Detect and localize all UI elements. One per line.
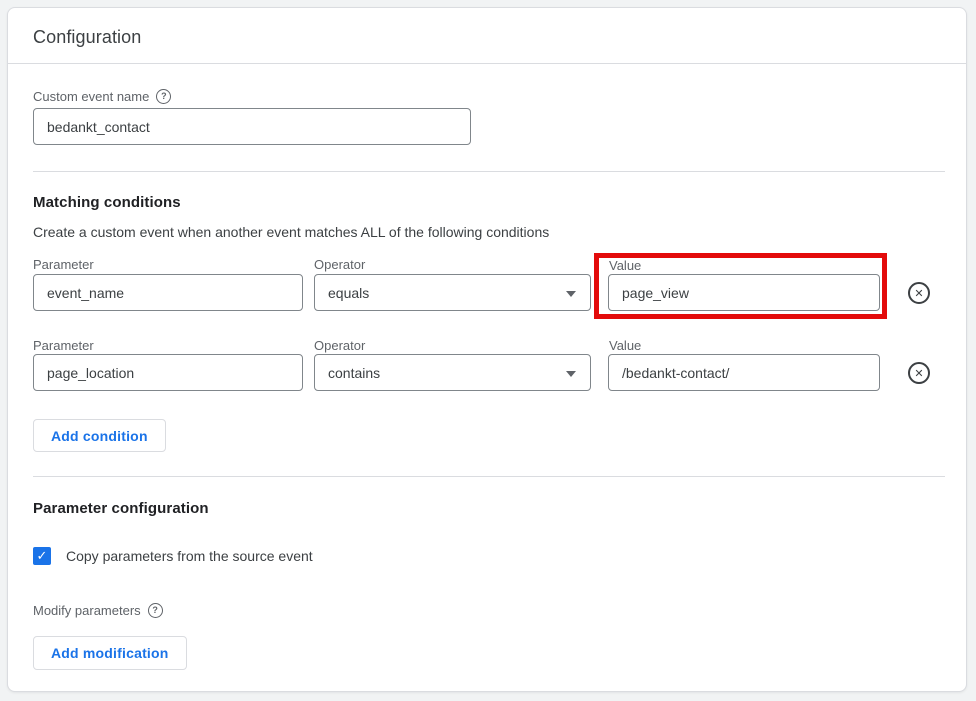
condition-2-operator-select[interactable]: contains <box>314 354 591 391</box>
configuration-card: Configuration Custom event name ? Matchi… <box>7 7 967 692</box>
modify-parameters-label: Modify parameters ? <box>33 603 163 618</box>
parameter-configuration-heading: Parameter configuration <box>33 500 209 517</box>
custom-event-name-input[interactable] <box>33 108 471 145</box>
matching-conditions-heading: Matching conditions <box>33 194 181 211</box>
copy-parameters-label[interactable]: Copy parameters from the source event <box>66 548 313 564</box>
condition-1-parameter-input[interactable] <box>33 274 303 311</box>
add-modification-button[interactable]: Add modification <box>33 636 187 670</box>
condition-2-parameter-input[interactable] <box>33 354 303 391</box>
chevron-down-icon <box>566 371 576 377</box>
custom-event-name-label: Custom event name ? <box>33 89 171 104</box>
add-condition-button[interactable]: Add condition <box>33 419 166 452</box>
value-column-label: Value <box>609 338 641 353</box>
operator-column-label: Operator <box>314 338 365 353</box>
parameter-column-label: Parameter <box>33 257 94 272</box>
condition-2-remove-icon[interactable]: ✕ <box>908 362 930 384</box>
condition-1-remove-icon[interactable]: ✕ <box>908 282 930 304</box>
operator-column-label: Operator <box>314 257 365 272</box>
page-title: Configuration <box>33 27 141 48</box>
parameter-column-label: Parameter <box>33 338 94 353</box>
header-divider <box>8 63 966 64</box>
condition-1-value-input[interactable] <box>608 274 880 311</box>
condition-1-operator-select[interactable]: equals <box>314 274 591 311</box>
section-divider <box>33 476 945 477</box>
help-icon[interactable]: ? <box>156 89 171 104</box>
chevron-down-icon <box>566 291 576 297</box>
matching-conditions-description: Create a custom event when another event… <box>33 224 549 240</box>
section-divider <box>33 171 945 172</box>
check-icon: ✓ <box>37 548 48 564</box>
copy-parameters-checkbox[interactable]: ✓ <box>33 547 51 565</box>
help-icon[interactable]: ? <box>148 603 163 618</box>
condition-2-value-input[interactable] <box>608 354 880 391</box>
value-column-label: Value <box>609 258 641 273</box>
